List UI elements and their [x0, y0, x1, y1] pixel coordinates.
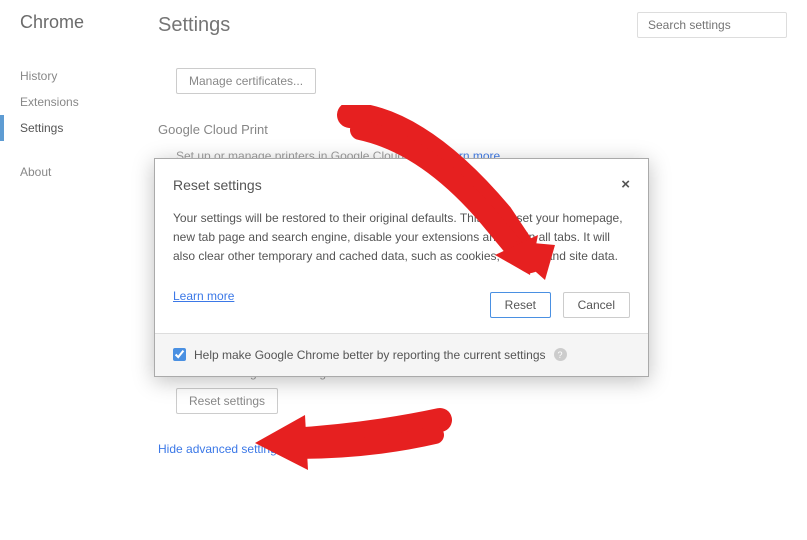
search-input[interactable] [637, 12, 787, 38]
help-checkbox[interactable] [173, 348, 186, 361]
nav-history[interactable]: History [20, 63, 140, 89]
dialog-learn-more-link[interactable]: Learn more [155, 281, 252, 317]
nav-settings[interactable]: Settings [0, 115, 140, 141]
dialog-cancel-button[interactable]: Cancel [563, 292, 630, 318]
dialog-body-text: Your settings will be restored to their … [155, 203, 648, 281]
help-icon[interactable]: ? [554, 348, 567, 361]
page-title: Settings [158, 14, 230, 37]
cloud-print-title: Google Cloud Print [158, 122, 787, 137]
hide-advanced-link[interactable]: Hide advanced settings... [158, 442, 787, 456]
nav-extensions[interactable]: Extensions [20, 89, 140, 115]
manage-certificates-button[interactable]: Manage certificates... [176, 68, 316, 94]
dialog-reset-button[interactable]: Reset [490, 292, 551, 318]
nav-about[interactable]: About [20, 159, 140, 185]
brand-title: Chrome [20, 12, 140, 33]
close-icon[interactable]: × [621, 177, 630, 193]
sidebar: Chrome History Extensions Settings About [0, 0, 140, 456]
dialog-title: Reset settings [173, 177, 262, 193]
reset-dialog: Reset settings × Your settings will be r… [154, 158, 649, 377]
help-checkbox-label: Help make Google Chrome better by report… [194, 348, 546, 362]
reset-settings-button[interactable]: Reset settings [176, 388, 278, 414]
